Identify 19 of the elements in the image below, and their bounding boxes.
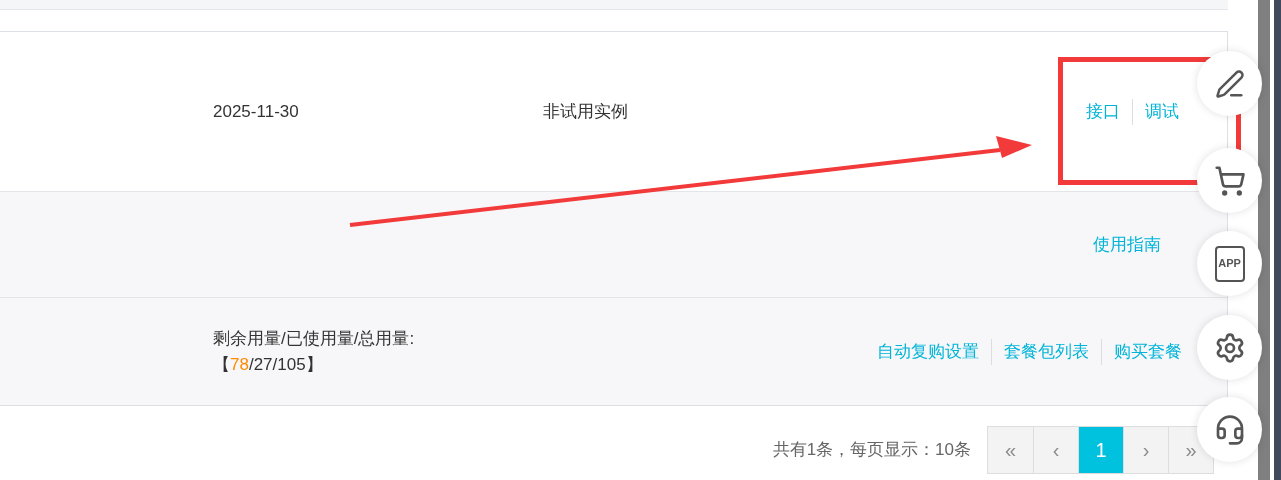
status-text: 非试用实例	[543, 100, 628, 123]
usage-value: 【78/27/105】	[213, 353, 324, 376]
action-link[interactable]: 购买套餐	[1114, 338, 1182, 365]
page-button[interactable]: ‹	[1033, 427, 1078, 473]
action-link[interactable]: 接口	[1086, 98, 1120, 125]
action-link[interactable]: 调试	[1145, 98, 1179, 125]
action-link[interactable]: 自动复购设置	[877, 338, 979, 365]
usage-label: 剩余用量/已使用量/总用量:	[213, 327, 416, 350]
action-link[interactable]: 套餐包列表	[1004, 338, 1089, 365]
date-text: 2025-11-30	[213, 100, 300, 123]
page-button[interactable]: 1	[1078, 427, 1123, 473]
pagination-summary: 共有1条，每页显示：10条	[772, 439, 971, 462]
app-icon: APP	[1214, 245, 1245, 282]
pencil-icon	[1214, 68, 1245, 99]
scrollbar[interactable]	[1258, 0, 1270, 480]
page-button[interactable]: «	[988, 427, 1033, 473]
cart-icon	[1213, 164, 1246, 197]
page-button[interactable]: ›	[1123, 427, 1168, 473]
action-link[interactable]: 使用指南	[1093, 231, 1161, 258]
